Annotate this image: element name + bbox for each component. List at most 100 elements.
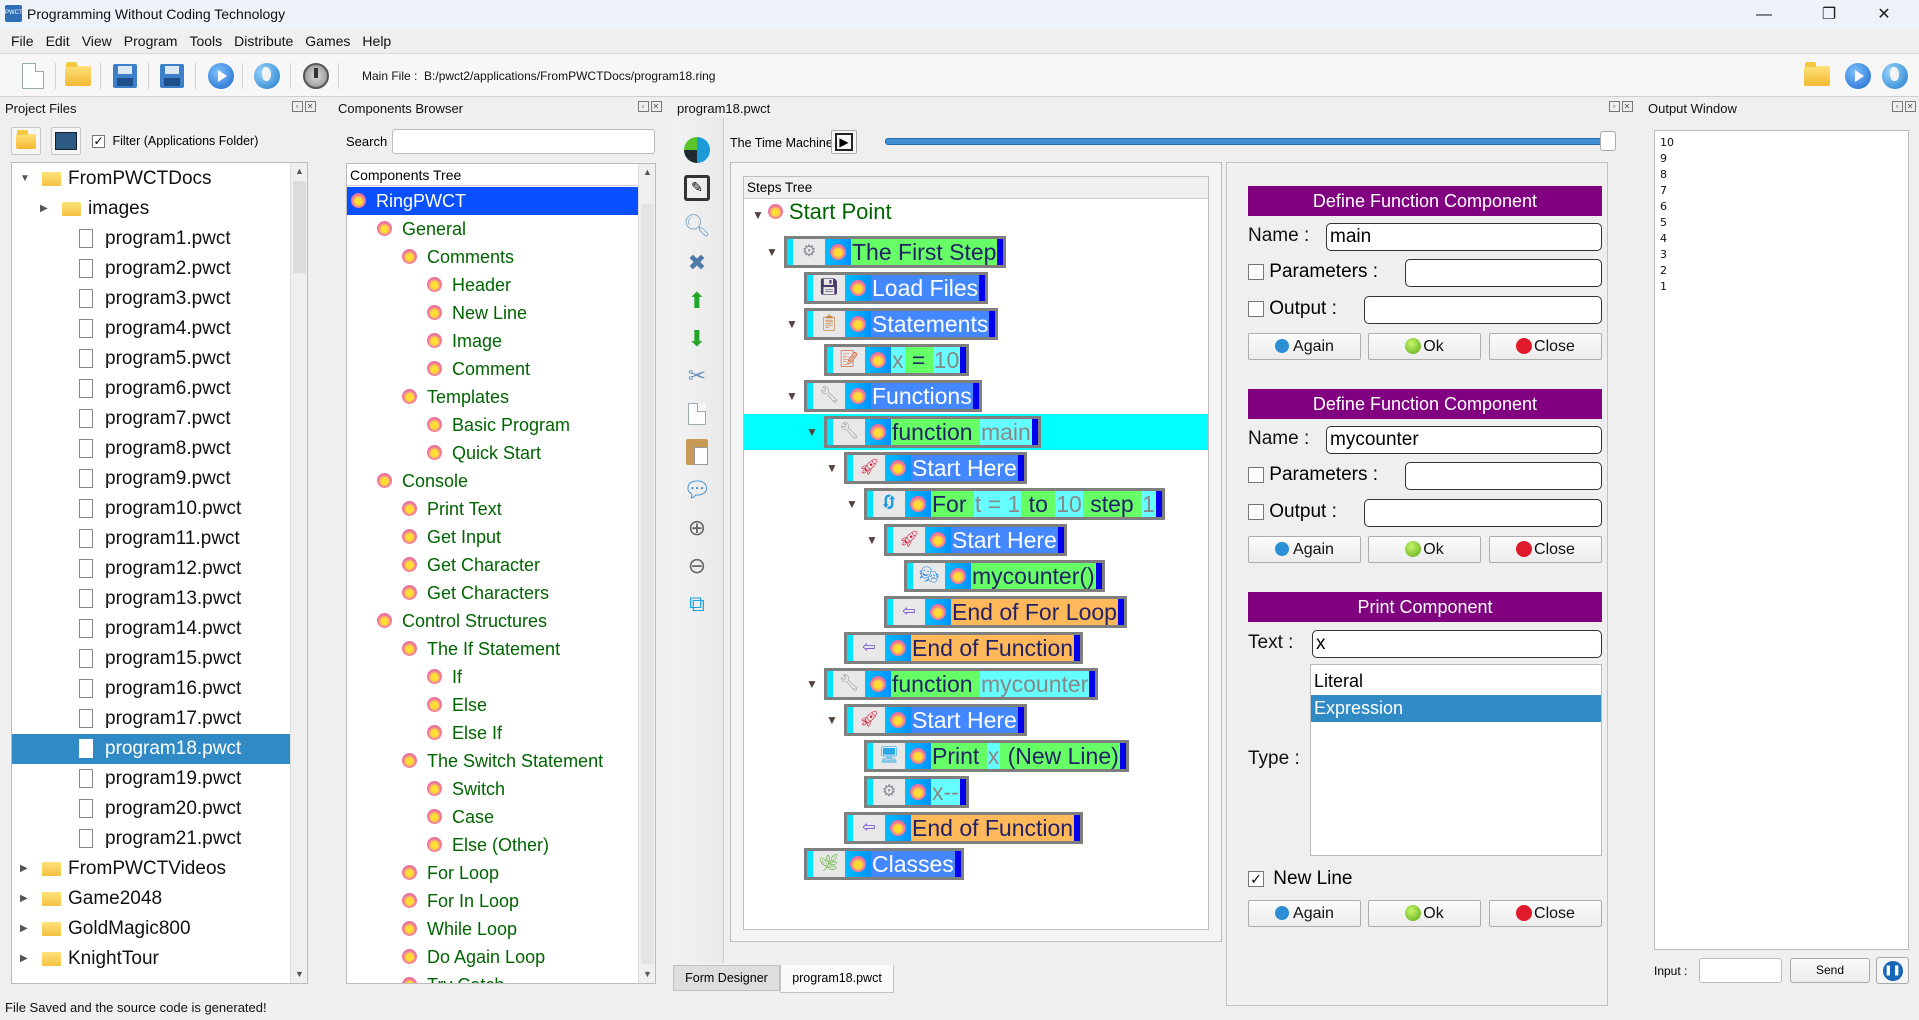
distribute-web-button[interactable]	[252, 61, 282, 91]
component-tree-item[interactable]: Quick Start	[347, 439, 638, 467]
parameters-input[interactable]	[1405, 462, 1602, 490]
menu-edit[interactable]: Edit	[40, 29, 76, 53]
close-icon[interactable]: ✕	[651, 101, 662, 112]
output-input[interactable]	[1364, 499, 1602, 527]
zoom-in-tool-button[interactable]: ⊕	[680, 512, 714, 544]
menu-games[interactable]: Games	[299, 29, 356, 53]
expand-arrow-right-icon[interactable]: ▶	[20, 944, 28, 974]
collapse-triangle-icon[interactable]: ▼	[826, 713, 838, 727]
search-tool-button[interactable]: 🔍︎	[680, 210, 714, 242]
project-file-item[interactable]: program13.pwct	[12, 584, 292, 614]
component-tree-item[interactable]: Get Character	[347, 551, 638, 579]
collapse-triangle-icon[interactable]: ▼	[846, 497, 858, 511]
component-tree-item[interactable]: RingPWCT	[347, 187, 638, 215]
terminal-button[interactable]	[51, 127, 81, 155]
project-files-tree[interactable]: ▼ FromPWCTDocs ▶ images program1.pwct program…	[11, 162, 308, 984]
menu-program[interactable]: Program	[118, 29, 184, 53]
project-file-item[interactable]: program16.pwct	[12, 674, 292, 704]
scroll-thumb[interactable]	[641, 204, 654, 964]
component-tree-item[interactable]: Templates	[347, 383, 638, 411]
paste-tool-button[interactable]	[680, 436, 714, 468]
component-tree-item[interactable]: Case	[347, 803, 638, 831]
edit-tool-button[interactable]: ✎	[680, 172, 714, 204]
components-scrollbar[interactable]: ▲ ▼	[638, 164, 655, 983]
project-folder-item[interactable]: ▶ Game2048	[12, 884, 292, 914]
open-folder-button[interactable]	[11, 127, 41, 155]
minimize-button[interactable]: —	[1741, 0, 1787, 29]
output-checkbox[interactable]	[1248, 503, 1264, 520]
parameters-checkbox[interactable]	[1248, 466, 1264, 483]
close-icon[interactable]: ✕	[1905, 101, 1916, 112]
collapse-triangle-icon[interactable]: ▼	[766, 245, 778, 259]
component-tree-item[interactable]: Get Characters	[347, 579, 638, 607]
component-tree-item[interactable]: Else If	[347, 719, 638, 747]
output-input[interactable]	[1364, 296, 1602, 324]
expand-arrow-right-icon[interactable]: ▶	[20, 914, 28, 944]
component-tree-item[interactable]: Console	[347, 467, 638, 495]
web-right-button[interactable]	[1880, 61, 1910, 91]
step-node[interactable]: ⇦ End of Function	[844, 812, 1084, 844]
steps-root-start-point[interactable]: ▼ Start Point	[752, 199, 892, 225]
component-tree-item[interactable]: General	[347, 215, 638, 243]
component-tree-item[interactable]: Basic Program	[347, 411, 638, 439]
open-file-button[interactable]	[63, 61, 93, 91]
component-tree-item[interactable]: Comments	[347, 243, 638, 271]
filter-checkbox[interactable]: ✓	[92, 135, 105, 149]
pause-button[interactable]: ❚❚	[1876, 957, 1909, 984]
step-node[interactable]: 🔧︎ function mycounter	[824, 668, 1099, 700]
collapse-triangle-icon[interactable]: ▼	[826, 461, 838, 475]
project-file-item[interactable]: program7.pwct	[12, 404, 292, 434]
component-tree-item[interactable]: Comment	[347, 355, 638, 383]
time-machine-play-button[interactable]: ▶	[831, 130, 857, 154]
component-tree-item[interactable]: Header	[347, 271, 638, 299]
component-tree-item[interactable]: For In Loop	[347, 887, 638, 915]
open-window-tool-button[interactable]: ⧉	[680, 588, 714, 620]
output-input-field[interactable]	[1699, 958, 1782, 983]
float-icon[interactable]: ▫	[1892, 101, 1903, 112]
step-node[interactable]: 🎭︎ mycounter()	[904, 560, 1105, 592]
project-file-item[interactable]: program1.pwct	[12, 224, 292, 254]
scroll-thumb[interactable]	[293, 181, 306, 273]
parameters-input[interactable]	[1405, 259, 1602, 287]
collapse-triangle-icon[interactable]: ▼	[786, 389, 798, 403]
component-tree-item[interactable]: Else	[347, 691, 638, 719]
project-file-item[interactable]: program9.pwct	[12, 464, 292, 494]
step-node[interactable]: 🔄︎ For t = 1 to 10 step 1	[864, 488, 1165, 520]
print-close-button[interactable]: Close	[1489, 900, 1602, 927]
scroll-up-arrow[interactable]: ▲	[291, 163, 307, 180]
step-node[interactable]: 🚀︎ Start Here	[884, 524, 1067, 556]
open-folder-right-button[interactable]	[1802, 61, 1832, 91]
parameters-checkbox[interactable]	[1248, 263, 1264, 280]
project-folder-item[interactable]: ▶ images	[12, 194, 292, 224]
time-machine-slider[interactable]	[885, 131, 1616, 151]
output-text-area[interactable]: 10 9 8 7 6 5 4 3 2 1	[1654, 130, 1909, 950]
print-ok-button[interactable]: Ok	[1368, 900, 1481, 927]
components-tree[interactable]: Components Tree RingPWCT General Comments H…	[346, 163, 656, 984]
copy-tool-button[interactable]	[680, 398, 714, 430]
step-node[interactable]: 🚀︎ Start Here	[844, 704, 1027, 736]
component-tree-item[interactable]: New Line	[347, 299, 638, 327]
project-file-item[interactable]: program5.pwct	[12, 344, 292, 374]
step-node[interactable]: 🚀︎ Start Here	[844, 452, 1027, 484]
move-up-tool-button[interactable]: ⬆	[680, 285, 714, 317]
project-file-item[interactable]: program19.pwct	[12, 764, 292, 794]
project-file-item[interactable]: program14.pwct	[12, 614, 292, 644]
float-icon[interactable]: ▫	[1609, 101, 1620, 112]
project-file-item[interactable]: program2.pwct	[12, 254, 292, 284]
step-node[interactable]: 📝︎ x = 10	[824, 344, 970, 376]
collapse-triangle-icon[interactable]: ▼	[806, 677, 818, 691]
scroll-down-arrow[interactable]: ▼	[291, 966, 307, 983]
function-name-input[interactable]: main	[1326, 223, 1602, 251]
expand-arrow-right-icon[interactable]: ▶	[40, 194, 48, 224]
component-tree-item[interactable]: Else (Other)	[347, 831, 638, 859]
components-search-input[interactable]	[392, 129, 655, 154]
component-tree-item[interactable]: While Loop	[347, 915, 638, 943]
restore-button[interactable]: ❐	[1806, 0, 1852, 29]
new-file-button[interactable]	[18, 61, 48, 91]
scroll-down-arrow[interactable]: ▼	[639, 966, 655, 983]
collapse-triangle-icon[interactable]: ▼	[752, 208, 764, 222]
comment-tool-button[interactable]: 💬︎	[680, 474, 714, 506]
print-again-button[interactable]: Again	[1248, 900, 1361, 927]
exit-button[interactable]	[301, 61, 331, 91]
float-icon[interactable]: ▫	[638, 101, 649, 112]
